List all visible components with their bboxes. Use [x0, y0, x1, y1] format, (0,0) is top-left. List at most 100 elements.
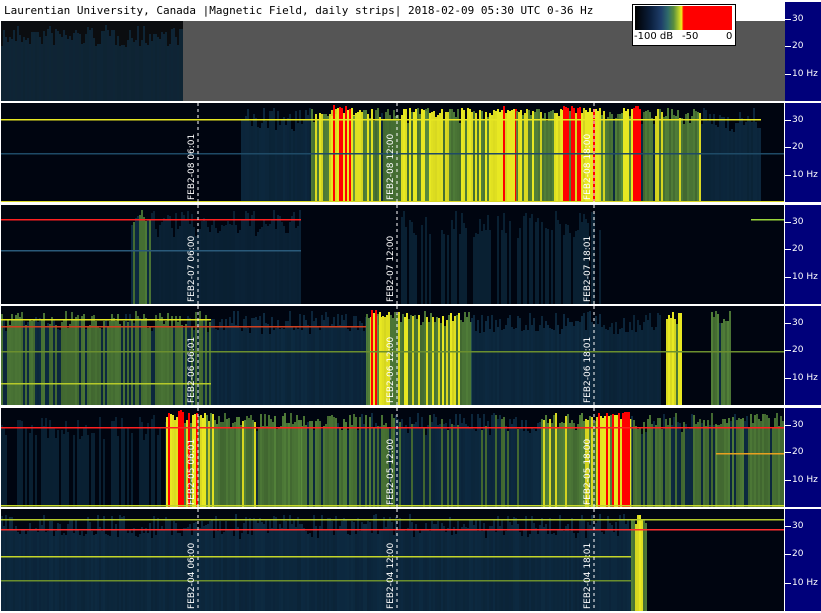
streak-feb04-0	[523, 530, 525, 611]
streak-feb06-0	[39, 318, 41, 405]
streak-feb06-0	[91, 316, 93, 405]
streak-header-0	[141, 40, 143, 101]
streak-feb04-0	[201, 521, 203, 611]
streak-feb04-0	[155, 535, 157, 611]
streak-feb06-0	[181, 325, 183, 405]
streak-feb07-3	[555, 211, 557, 304]
axis-tick-feb07-2	[785, 277, 791, 278]
streak-feb07-3	[551, 230, 553, 304]
streak-feb06-0	[175, 316, 177, 405]
streak-feb06-2	[440, 323, 442, 405]
streak-feb06-1	[363, 331, 365, 405]
axis-label-feb07-0: 30	[792, 217, 804, 227]
streak-feb07-3	[525, 213, 527, 304]
streak-feb06-1	[247, 328, 249, 405]
colorbar-label-mid: -50	[682, 31, 699, 42]
streak-header-0	[121, 45, 123, 101]
streak-feb05-0	[117, 436, 119, 507]
streak-feb06-4	[551, 329, 553, 405]
hline-feb04-2	[1, 556, 631, 558]
streak-feb06-4	[559, 334, 561, 405]
streak-feb06-0	[73, 319, 75, 405]
streak-feb08-10	[667, 108, 669, 202]
streak-feb06-3	[373, 313, 375, 405]
streak-feb06-0	[81, 316, 83, 405]
streak-feb04-0	[465, 527, 467, 611]
streak-feb06-4	[555, 313, 557, 405]
streak-feb08-7	[530, 115, 532, 202]
streak-feb05-2	[272, 422, 274, 507]
streak-feb05-5	[573, 423, 575, 507]
streak-feb04-0	[357, 518, 359, 611]
streak-feb05-6	[620, 419, 622, 507]
streak-feb06-1	[351, 326, 353, 405]
streak-feb04-0	[175, 523, 177, 611]
streak-feb04-0	[11, 517, 13, 611]
streak-feb08-11	[625, 111, 627, 202]
streak-feb06-2	[456, 315, 458, 405]
streak-feb05-7	[631, 416, 633, 507]
streak-feb07-0	[147, 219, 149, 304]
streak-feb05-2	[298, 420, 300, 507]
streak-feb07-3	[547, 229, 549, 304]
streak-header-0	[29, 44, 31, 101]
streak-feb08-8	[567, 108, 569, 202]
streak-feb04-0	[251, 535, 253, 611]
streak-feb05-7	[697, 422, 699, 507]
streak-feb06-1	[287, 321, 289, 405]
streak-feb05-0	[1, 425, 3, 507]
streak-feb06-1	[313, 321, 315, 405]
streak-feb04-0	[331, 521, 333, 611]
streak-feb04-0	[431, 521, 433, 611]
streak-feb06-4	[597, 324, 599, 405]
streak-feb08-7	[546, 121, 548, 202]
streak-feb04-0	[487, 530, 489, 611]
streak-header-0	[19, 35, 21, 101]
streak-feb04-0	[359, 531, 361, 611]
streak-feb06-4	[529, 313, 531, 405]
streak-feb08-12	[703, 108, 705, 202]
streak-feb06-4	[567, 318, 569, 405]
streak-header-0	[17, 26, 19, 101]
streak-feb08-0	[261, 123, 263, 202]
frequency-axis-feb06: 30 20 10 Hz	[785, 306, 821, 405]
streak-feb08-10	[659, 109, 661, 202]
streak-feb06-0	[25, 325, 27, 405]
streak-feb06-2	[410, 315, 412, 405]
streak-feb08-0	[297, 123, 299, 202]
streak-feb04-0	[623, 514, 625, 611]
streak-feb04-0	[245, 517, 247, 611]
streak-feb07-0	[141, 210, 143, 304]
streak-feb08-10	[643, 112, 645, 202]
streak-feb04-0	[67, 524, 69, 611]
streak-feb08-1	[363, 110, 365, 202]
streak-feb05-0	[147, 423, 149, 507]
streak-header-0	[95, 46, 97, 101]
streak-feb08-0	[265, 121, 267, 202]
streak-feb04-0	[205, 525, 207, 611]
streak-feb06-5	[623, 318, 625, 405]
streak-feb06-7	[717, 314, 719, 405]
streak-feb05-8	[754, 415, 756, 507]
axis-label-feb06-0: 30	[792, 318, 804, 328]
streak-feb04-0	[295, 527, 297, 611]
axis-tick-feb05-0	[785, 425, 791, 426]
streak-feb05-5	[565, 416, 567, 507]
streak-feb05-7	[667, 425, 669, 507]
axis-tick-feb06-0	[785, 323, 791, 324]
date-label-feb07-1: FEB2-07 12:00	[386, 235, 396, 302]
streak-feb07-3	[535, 222, 537, 304]
streak-feb06-6	[676, 324, 678, 405]
streak-feb08-12	[721, 117, 723, 202]
streak-feb04-0	[427, 530, 429, 611]
streak-feb05-0	[17, 420, 19, 507]
streak-feb08-0	[287, 118, 289, 202]
streak-feb05-7	[635, 426, 637, 507]
streak-feb04-0	[561, 529, 563, 611]
streak-feb04-0	[529, 534, 531, 611]
streak-feb06-0	[77, 315, 79, 405]
streak-header-0	[43, 31, 45, 101]
streak-feb05-7	[695, 424, 697, 507]
streak-feb07-3	[541, 222, 543, 304]
streak-feb05-3	[313, 430, 315, 507]
